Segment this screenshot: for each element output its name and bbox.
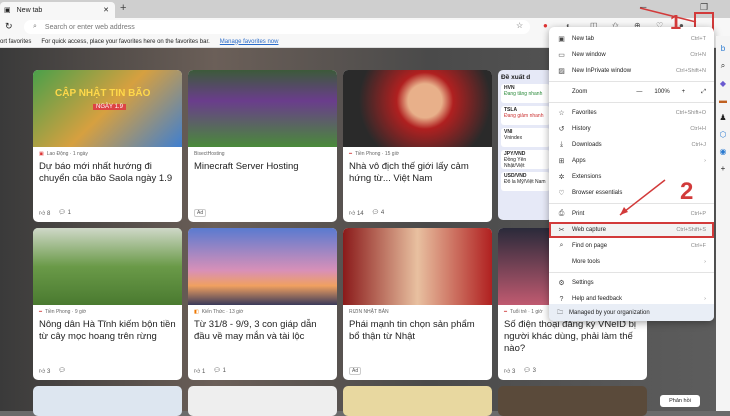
annotation-arrows <box>619 7 697 216</box>
step-2-label: 2 <box>680 178 694 205</box>
arrow-1 <box>639 7 697 23</box>
arrow-2 <box>619 179 666 216</box>
step-1-label: 1 <box>670 12 682 34</box>
